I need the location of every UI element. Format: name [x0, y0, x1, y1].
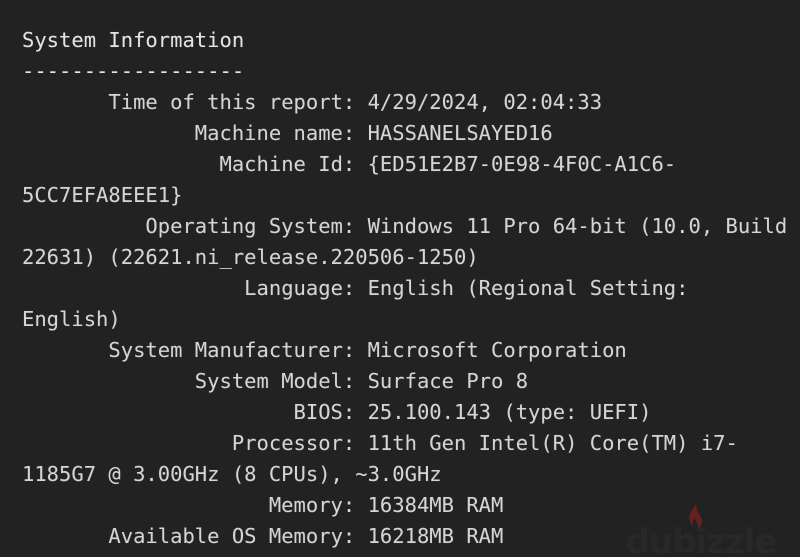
system-information-report-screen: dubizzle System Information -------------…	[0, 0, 800, 557]
report-line: Processor: 11th Gen Intel(R) Core(TM) i7…	[22, 430, 738, 486]
report-title: System Information	[22, 27, 245, 52]
report-line: Time of this report: 4/29/2024, 02:04:33	[22, 89, 603, 114]
report-line: Language: English (Regional Setting: Eng…	[22, 275, 701, 331]
dxdiag-text-output: System Information ------------------ Tim…	[0, 21, 800, 557]
report-line: Operating System: Windows 11 Pro 64-bit …	[22, 213, 800, 269]
report-line: Machine name: HASSANELSAYED16	[22, 120, 553, 145]
report-line: BIOS: 25.100.143 (type: UEFI)	[22, 399, 652, 424]
report-line: System Manufacturer: Microsoft Corporati…	[22, 337, 627, 362]
title-underline-rule: ------------------	[22, 58, 245, 83]
report-line: System Model: Surface Pro 8	[22, 368, 529, 393]
report-line: Memory: 16384MB RAM	[22, 492, 504, 517]
report-line: Available OS Memory: 16218MB RAM	[22, 523, 504, 548]
report-line: Page File: 6267MB used, 12894MB	[0, 552, 800, 557]
report-line: Machine Id: {ED51E2B7-0E98-4F0C-A1C6-5CC…	[22, 151, 677, 207]
